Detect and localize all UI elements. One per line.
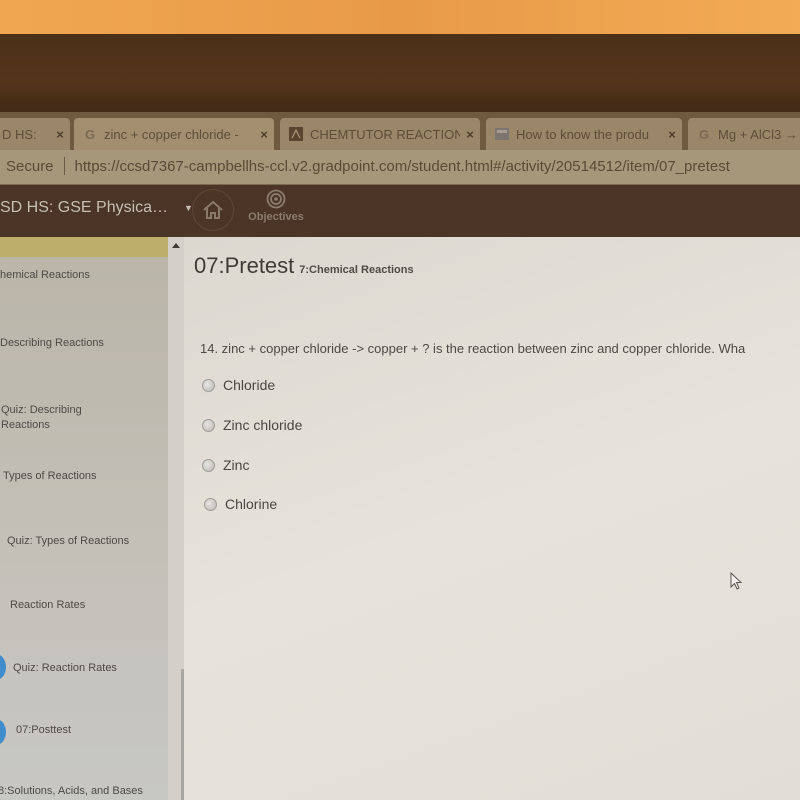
- objectives-button[interactable]: Objectives: [244, 189, 308, 223]
- sidebar-item-quiz-describing-reactions[interactable]: Quiz: Describing Reactions: [1, 403, 101, 433]
- target-icon: [266, 189, 286, 209]
- activity-title: 07:Pretest: [194, 253, 295, 278]
- radio-button[interactable]: [202, 378, 215, 392]
- content-pane: 07:Pretest 7:Chemical Reactions 14. zinc…: [184, 237, 800, 800]
- sidebar-item-posttest[interactable]: 07:Posttest: [16, 723, 71, 738]
- tab-mg-alcl3[interactable]: G Mg + AlCl3 →: [688, 118, 800, 150]
- app-navbar: SD HS: GSE Physica… ▼ Objectives: [0, 185, 800, 237]
- sidebar-item-quiz-reaction-rates[interactable]: Quiz: Reaction Rates: [13, 661, 117, 676]
- chemtutor-icon: [288, 126, 304, 142]
- question-text: 14. zinc + copper chloride -> copper + ?…: [200, 341, 746, 356]
- sidebar-item-solutions-acids-bases[interactable]: 8:Solutions, Acids, and Bases: [0, 784, 143, 799]
- sidebar-scrollbar[interactable]: [168, 237, 193, 800]
- tab-gradpoint[interactable]: D HS: ×: [0, 118, 70, 150]
- tab-title: How to know the produ: [516, 126, 649, 142]
- sidebar-header-strip: [0, 237, 168, 257]
- answer-option[interactable]: Zinc chloride: [202, 417, 302, 433]
- option-label: Zinc chloride: [223, 417, 303, 433]
- radio-button[interactable]: [204, 497, 217, 511]
- address-bar[interactable]: Secure https://ccsd7367-campbellhs-ccl.v…: [0, 150, 800, 185]
- home-button[interactable]: [192, 189, 234, 231]
- radio-button[interactable]: [202, 418, 215, 432]
- close-icon[interactable]: ×: [50, 127, 70, 142]
- sidebar-item-types-of-reactions[interactable]: Types of Reactions: [3, 469, 97, 484]
- browser-tab-bar: D HS: × G zinc + copper chloride - × CHE…: [0, 112, 800, 150]
- progress-dot: [0, 719, 6, 745]
- course-label: SD HS: GSE Physica…: [0, 199, 169, 216]
- divider: [63, 157, 65, 175]
- unit-subtitle: 7:Chemical Reactions: [299, 264, 414, 276]
- google-icon: G: [84, 126, 96, 142]
- background-wall: [0, 0, 800, 35]
- lesson-sidebar: hemical Reactions Describing Reactions Q…: [0, 237, 168, 800]
- close-icon[interactable]: ×: [662, 127, 682, 142]
- secure-label: Secure: [6, 157, 54, 175]
- tab-how-to-know-products[interactable]: How to know the produ ×: [486, 118, 682, 150]
- monitor-bezel: [0, 34, 800, 114]
- tab-title: D HS:: [2, 126, 37, 142]
- url-text[interactable]: https://ccsd7367-campbellhs-ccl.v2.gradp…: [75, 158, 730, 175]
- home-icon: [203, 200, 223, 219]
- progress-dot: [0, 654, 6, 680]
- mouse-cursor-icon: [730, 572, 743, 590]
- tab-title: Mg + AlCl3 →: [718, 126, 798, 142]
- sidebar-item-describing-reactions[interactable]: Describing Reactions: [0, 336, 104, 351]
- option-label: Chloride: [223, 377, 276, 393]
- scroll-up-arrow-icon[interactable]: [172, 243, 180, 248]
- sidebar-item-reaction-rates[interactable]: Reaction Rates: [10, 598, 85, 613]
- close-icon[interactable]: ×: [460, 127, 480, 142]
- course-selector[interactable]: SD HS: GSE Physica… ▼: [0, 199, 193, 217]
- page-title: 07:Pretest 7:Chemical Reactions: [194, 253, 414, 279]
- tab-title: CHEMTUTOR REACTION: [310, 126, 460, 142]
- page-icon: [494, 126, 510, 142]
- tab-zinc-copper-chloride[interactable]: G zinc + copper chloride - ×: [74, 118, 274, 150]
- tab-chemtutor[interactable]: CHEMTUTOR REACTION ×: [280, 118, 480, 150]
- sidebar-item-quiz-types-of-reactions[interactable]: Quiz: Types of Reactions: [7, 534, 129, 549]
- sidebar-item-chemical-reactions[interactable]: hemical Reactions: [0, 268, 90, 283]
- option-label: Zinc: [223, 457, 250, 473]
- answer-option[interactable]: Chlorine: [204, 496, 277, 512]
- answer-option[interactable]: Chloride: [202, 377, 275, 393]
- google-icon: G: [698, 126, 710, 142]
- close-icon[interactable]: ×: [254, 127, 274, 142]
- objectives-label: Objectives: [248, 211, 304, 223]
- tab-title: zinc + copper chloride -: [104, 126, 239, 142]
- option-label: Chlorine: [225, 496, 278, 512]
- answer-option[interactable]: Zinc: [202, 457, 249, 473]
- radio-button[interactable]: [202, 458, 215, 472]
